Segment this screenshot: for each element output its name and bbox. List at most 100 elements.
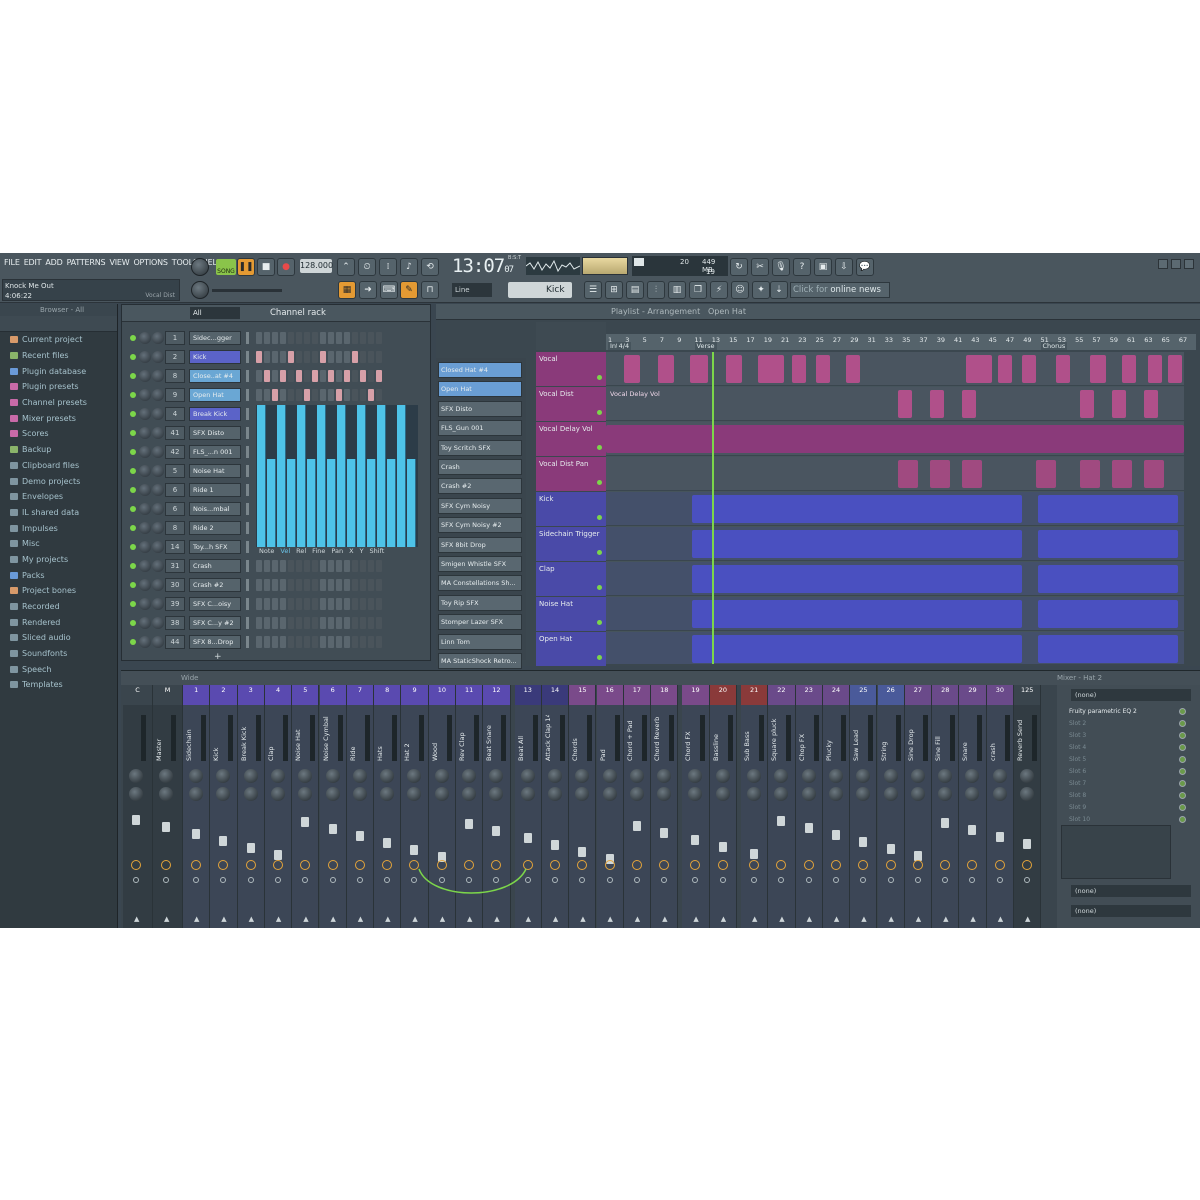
pan-knob[interactable] [715, 769, 730, 783]
step-button[interactable] [320, 389, 326, 401]
step-button[interactable] [280, 560, 286, 572]
step-button[interactable] [336, 598, 342, 610]
stop-button[interactable]: ■ [257, 258, 275, 276]
send-arrow-icon[interactable]: ▲ [467, 915, 472, 923]
automation-clip[interactable] [606, 425, 1184, 453]
track-header[interactable]: Vocal Dist [536, 387, 606, 421]
mixer-icon[interactable]: ⫶ [647, 281, 665, 299]
vocal-clip[interactable] [792, 355, 806, 383]
fx-route-icon[interactable] [717, 860, 728, 870]
step-button[interactable] [368, 560, 374, 572]
channel-mute-led[interactable] [130, 544, 136, 550]
channel-pan-knob[interactable] [139, 446, 151, 458]
mixer-track-number[interactable]: 8 [165, 521, 185, 535]
volume-fader[interactable] [328, 824, 337, 834]
velocity-bar[interactable] [277, 405, 286, 547]
stereo-separation-knob[interactable] [520, 787, 535, 801]
step-button[interactable] [312, 560, 318, 572]
step-button[interactable] [376, 560, 382, 572]
pan-knob[interactable] [189, 769, 203, 783]
mute-led[interactable] [719, 877, 726, 883]
tutorial-icon[interactable]: ☺ [731, 281, 749, 299]
browser-icon[interactable]: ▥ [668, 281, 686, 299]
chat-icon[interactable]: 💬 [856, 258, 874, 276]
velocity-bar[interactable] [327, 458, 336, 547]
step-button[interactable] [256, 617, 262, 629]
step-button[interactable] [312, 389, 318, 401]
channel-select-indicator[interactable] [246, 484, 249, 496]
step-button[interactable] [280, 598, 286, 610]
arrow-icon[interactable]: ➜ [359, 281, 377, 299]
playlist-icon[interactable]: ☰ [584, 281, 602, 299]
step-button[interactable] [376, 598, 382, 610]
plugin-picker-icon[interactable]: ❐ [689, 281, 707, 299]
pan-knob[interactable] [434, 769, 449, 783]
send-arrow-icon[interactable]: ▲ [635, 915, 640, 923]
pan-knob[interactable] [602, 769, 617, 783]
velocity-bar[interactable] [357, 405, 366, 547]
track-mute-led[interactable] [597, 410, 602, 415]
send-arrow-icon[interactable]: ▲ [553, 915, 558, 923]
mixer-strip[interactable]: 21 Sub Bass ▲ [741, 685, 769, 928]
pattern-item[interactable]: Smigen Whistle SFX [438, 556, 522, 572]
step-button[interactable] [296, 351, 302, 363]
step-button[interactable] [312, 351, 318, 363]
channel-mute-led[interactable] [130, 392, 136, 398]
effect-slot[interactable]: Slot 8 [1063, 791, 1175, 800]
drum-clip-block[interactable] [1038, 530, 1178, 558]
pan-knob[interactable] [462, 769, 476, 783]
vocal-dist-clip[interactable] [1112, 390, 1126, 418]
velocity-bar[interactable] [367, 458, 376, 547]
marker-label[interactable]: Verse [694, 342, 717, 350]
fx-route-icon[interactable] [161, 860, 171, 870]
channel-rack-icon[interactable]: ▤ [626, 281, 644, 299]
mixer-track-number[interactable]: 6 [165, 502, 185, 516]
mute-led[interactable] [832, 877, 839, 883]
fx-route-icon[interactable] [272, 860, 283, 870]
fx-route-icon[interactable] [776, 860, 787, 870]
mixer-strip[interactable]: 2 Kick ▲ [210, 685, 238, 928]
volume-fader[interactable] [859, 837, 868, 847]
vocal-dist-clip[interactable] [930, 390, 944, 418]
slot-enable-led[interactable] [1179, 780, 1186, 787]
step-button[interactable] [312, 636, 318, 648]
step-button[interactable] [296, 370, 302, 382]
eq-graph[interactable] [1061, 825, 1171, 879]
pattern-item[interactable]: MA Constellations Sh... [438, 575, 522, 592]
channel-name-button[interactable]: Crash [189, 559, 241, 573]
volume-fader[interactable] [941, 818, 950, 828]
step-button[interactable] [280, 389, 286, 401]
vocal-clip[interactable] [1022, 355, 1036, 383]
step-button[interactable] [352, 636, 358, 648]
browser-item[interactable]: Recorded [0, 599, 117, 615]
velocity-bar[interactable] [347, 458, 356, 547]
send-arrow-icon[interactable]: ▲ [889, 915, 894, 923]
volume-fader[interactable] [355, 831, 364, 841]
step-button[interactable] [360, 332, 366, 344]
step-button[interactable] [296, 579, 302, 591]
track-mute-led[interactable] [597, 620, 602, 625]
send-arrow-icon[interactable]: ▲ [916, 915, 921, 923]
vocal-clip[interactable] [690, 355, 708, 383]
vocal-dist-clip[interactable] [1144, 390, 1158, 418]
step-edit-icon[interactable]: ♪ [400, 258, 418, 276]
channel-select-indicator[interactable] [246, 617, 249, 629]
step-button[interactable] [360, 389, 366, 401]
slot-enable-led[interactable] [1179, 720, 1186, 727]
pan-knob[interactable] [243, 769, 258, 783]
step-button[interactable] [352, 598, 358, 610]
fx-route-icon[interactable] [218, 860, 229, 870]
graph-tab-rel[interactable]: Rel [296, 547, 306, 557]
channel-mute-led[interactable] [130, 620, 136, 626]
mixer-track-number[interactable]: 38 [165, 616, 185, 630]
channel-select-indicator[interactable] [246, 446, 249, 458]
pan-knob[interactable] [910, 769, 925, 783]
fx-route-icon[interactable] [994, 860, 1005, 870]
mixer-track-number[interactable]: 14 [165, 540, 185, 554]
mixer-strip[interactable]: 17 Chord + Pad ▲ [623, 685, 652, 928]
mixer-strip[interactable]: 7 Ride ▲ [346, 685, 375, 928]
volume-fader[interactable] [192, 829, 200, 839]
mixer-strip[interactable]: 26 String ▲ [877, 685, 905, 928]
channel-name-button[interactable]: SFX C...oisy [189, 597, 241, 611]
step-button[interactable] [304, 332, 310, 344]
